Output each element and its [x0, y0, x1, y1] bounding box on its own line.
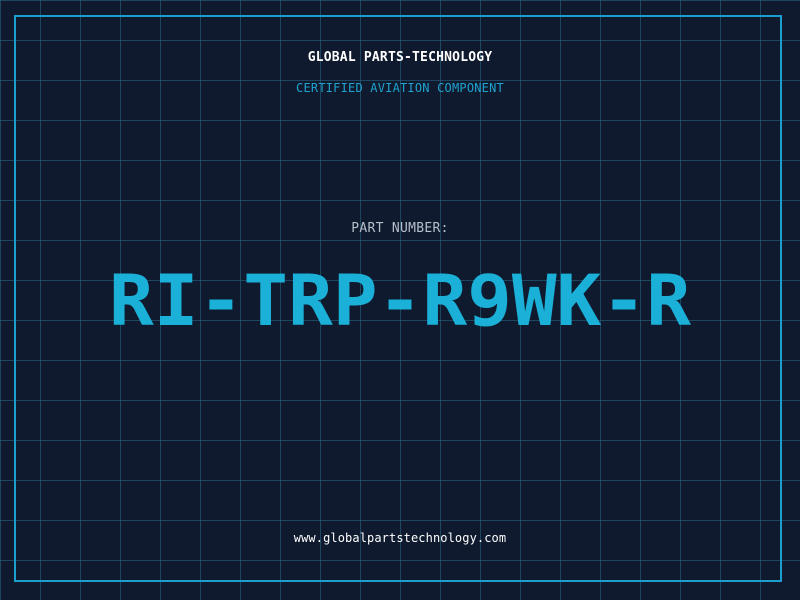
- certificate-card: GLOBAL PARTS-TECHNOLOGY CERTIFIED AVIATI…: [0, 0, 800, 600]
- part-number-display: RI-TRP-R9WK-R: [100, 260, 700, 340]
- part-number-svg: RI-TRP-R9WK-R: [109, 260, 692, 340]
- part-number-value: RI-TRP-R9WK-R: [109, 260, 692, 340]
- company-name: GLOBAL PARTS-TECHNOLOGY: [307, 50, 493, 65]
- part-number-label: PART NUMBER:: [351, 221, 449, 236]
- website-link[interactable]: www.globalpartstechnology.com: [0, 531, 800, 545]
- certification-subtitle: CERTIFIED AVIATION COMPONENT: [296, 81, 504, 95]
